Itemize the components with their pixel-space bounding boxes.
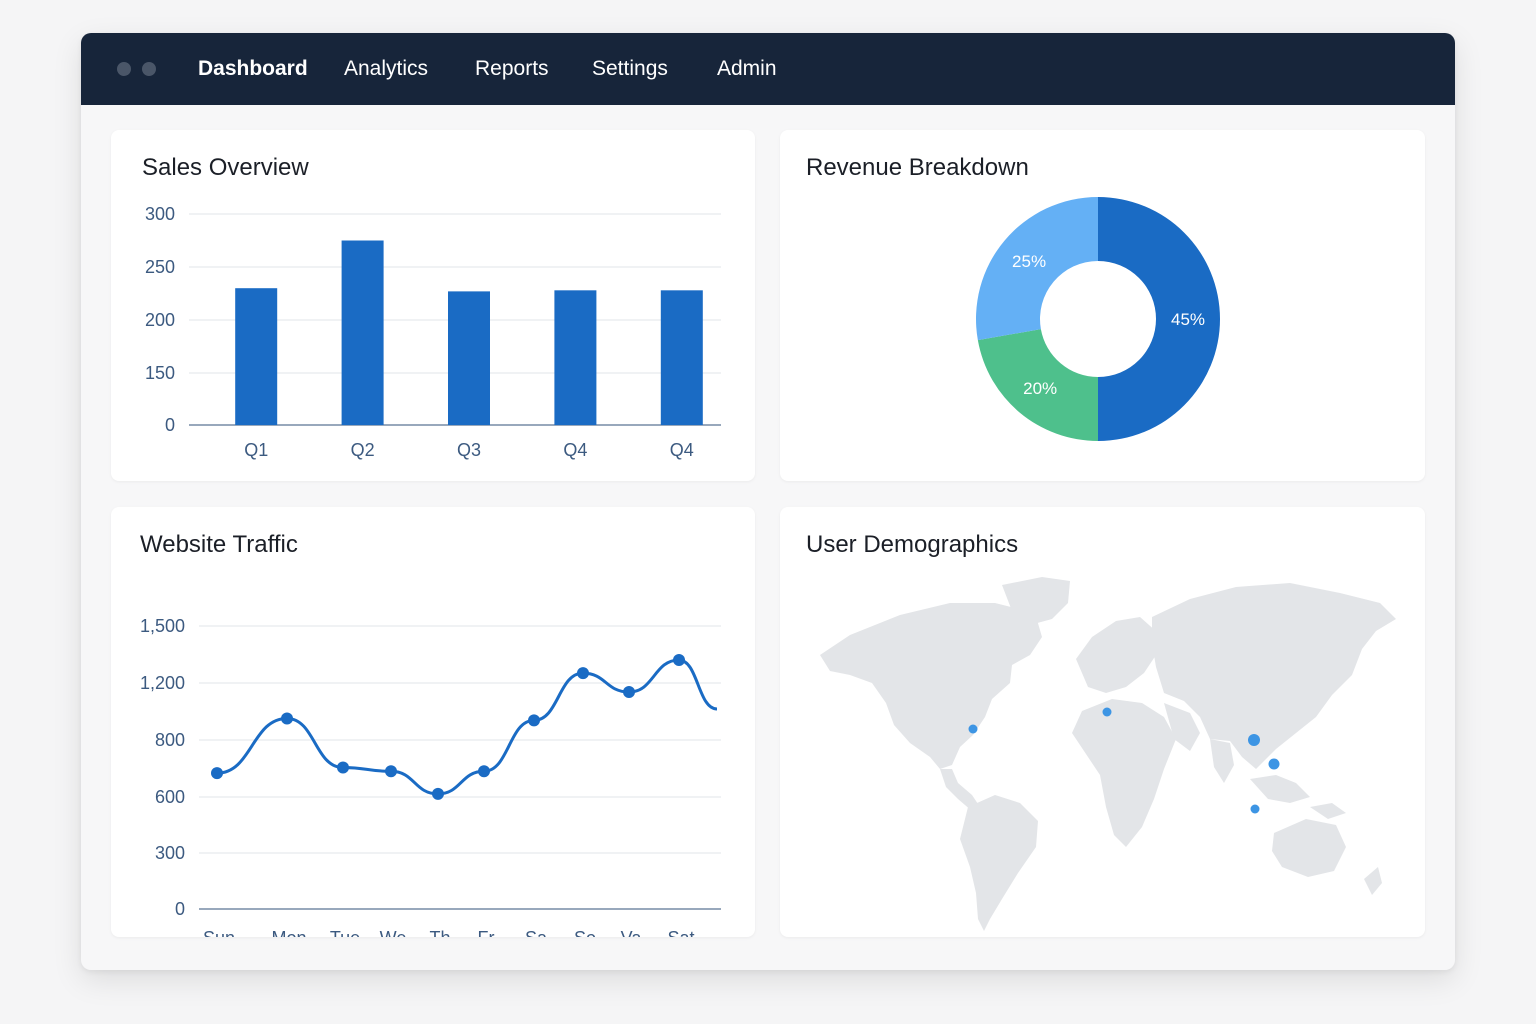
top-nav-bar: Dashboard Analytics Reports Settings Adm… (81, 33, 1455, 105)
sales-bar[interactable] (341, 240, 384, 426)
nav-dashboard[interactable]: Dashboard (198, 33, 308, 105)
user-demographics-card: User Demographics (780, 507, 1425, 937)
sales-bar-chart: 300 250 200 150 0 Q1 Q2 Q3 Q4 Q4 (145, 204, 721, 460)
y-tick-label: 800 (155, 730, 185, 750)
traffic-point[interactable] (673, 653, 685, 666)
x-tick-label: Sun (203, 928, 235, 937)
user-location-marker[interactable] (968, 724, 978, 734)
x-tick-label: Tue (330, 928, 360, 937)
sales-bar[interactable] (448, 291, 490, 425)
donut-slice-label: 25% (1012, 252, 1046, 271)
x-tick-label: Mon (271, 928, 306, 937)
x-tick-label: Th (429, 928, 450, 937)
y-tick-label: 150 (145, 363, 175, 383)
dashboard-window: Dashboard Analytics Reports Settings Adm… (81, 33, 1455, 970)
y-tick-label: 300 (145, 204, 175, 224)
y-tick-label: 600 (155, 787, 185, 807)
traffic-point[interactable] (623, 686, 635, 699)
x-tick-label: Q4 (563, 440, 587, 460)
x-tick-label: Va (621, 928, 643, 937)
traffic-point[interactable] (478, 765, 490, 778)
x-tick-label: Q2 (351, 440, 375, 460)
traffic-point[interactable] (281, 712, 293, 725)
traffic-line (216, 658, 718, 796)
sales-bar[interactable] (554, 290, 597, 425)
traffic-point[interactable] (211, 767, 223, 780)
traffic-point[interactable] (337, 761, 349, 774)
y-tick-label: 300 (155, 843, 185, 863)
donut-slice-label: 20% (1023, 379, 1057, 398)
x-tick-label: Q1 (244, 440, 268, 460)
user-location-marker[interactable] (1102, 707, 1112, 717)
user-location-marker[interactable] (1268, 758, 1280, 770)
traffic-point[interactable] (528, 714, 540, 727)
y-tick-label: 0 (165, 415, 175, 435)
window-control-dot[interactable] (117, 62, 131, 76)
nav-analytics[interactable]: Analytics (344, 33, 428, 105)
y-tick-label: 200 (145, 310, 175, 330)
website-traffic-card: Website Traffic 1,5001,2008006003000SunM… (111, 507, 755, 937)
nav-admin[interactable]: Admin (717, 33, 777, 105)
x-tick-label: So (574, 928, 596, 937)
sales-overview-card: Sales Overview 300 250 200 150 0 Q1 Q2 Q3 Q4 Q4 (111, 130, 755, 481)
world-map (820, 577, 1396, 931)
map-land (820, 577, 1396, 931)
y-tick-label: 0 (175, 899, 185, 919)
nav-reports[interactable]: Reports (475, 33, 549, 105)
y-tick-label: 1,500 (140, 616, 185, 636)
x-tick-label: Sa (525, 928, 548, 937)
y-tick-label: 1,200 (140, 673, 185, 693)
revenue-donut-chart: 45% 20% 25% (976, 197, 1220, 441)
y-tick-label: 250 (145, 257, 175, 277)
sales-bar[interactable] (660, 290, 703, 425)
revenue-breakdown-card: Revenue Breakdown 45% 20% 25% (780, 130, 1425, 481)
x-tick-label: Q4 (670, 440, 694, 460)
sales-bar[interactable] (235, 288, 278, 425)
x-tick-label: Sat (667, 928, 694, 937)
traffic-point[interactable] (577, 667, 589, 680)
x-tick-label: Q3 (457, 440, 481, 460)
traffic-point[interactable] (432, 787, 444, 800)
traffic-point[interactable] (385, 765, 397, 778)
window-control-dot[interactable] (142, 62, 156, 76)
x-tick-label: We (380, 928, 407, 937)
donut-slice-label: 45% (1171, 310, 1205, 329)
traffic-line-chart: 1,500 1,200 800 600 300 0 Sun Mon Tue We Th Fr Sa So V… (140, 616, 721, 937)
x-tick-label: Fr (478, 928, 495, 937)
nav-settings[interactable]: Settings (592, 33, 668, 105)
user-location-marker[interactable] (1248, 734, 1260, 746)
user-location-marker[interactable] (1250, 804, 1260, 814)
